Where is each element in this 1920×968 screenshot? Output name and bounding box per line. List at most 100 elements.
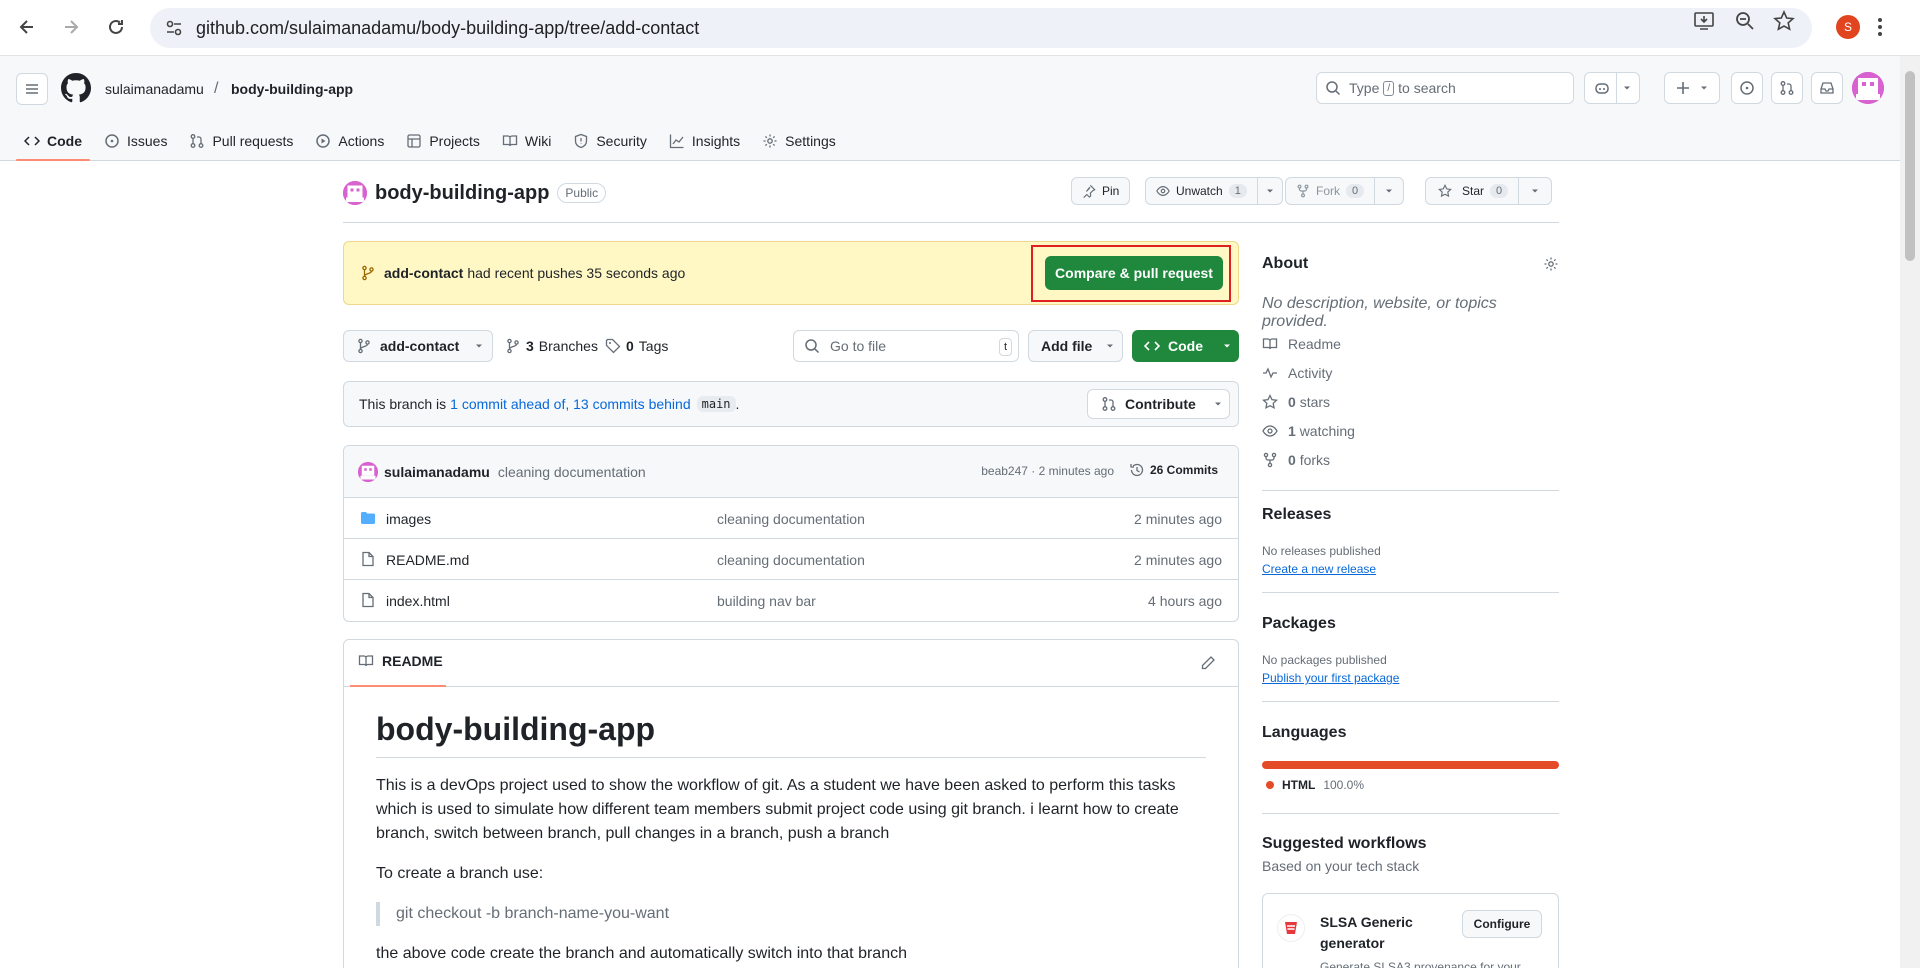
readme-tab[interactable]: README — [358, 653, 443, 669]
commit-author-avatar[interactable] — [358, 461, 378, 482]
tab-projects[interactable]: Projects — [398, 122, 488, 160]
forks-link[interactable]: 0 forks — [1262, 452, 1330, 468]
chevron-down-icon — [1107, 344, 1114, 348]
tags-link[interactable]: 0 Tags — [605, 338, 668, 354]
tab-issues[interactable]: Issues — [96, 122, 175, 160]
back-button[interactable] — [12, 12, 42, 42]
unwatch-button[interactable]: Unwatch 1 — [1145, 177, 1258, 205]
branch-toolbar: add-contact 3 Branches 0 Tags Go to file… — [343, 330, 1239, 362]
hamburger-menu-button[interactable] — [16, 73, 48, 105]
releases-heading[interactable]: Releases — [1262, 506, 1331, 524]
branches-label: Branches — [538, 338, 598, 354]
branches-link[interactable]: 3 Branches — [505, 338, 598, 354]
commit-meta[interactable]: beab247 · 2 minutes ago — [981, 464, 1114, 478]
repo-name[interactable]: body-building-app — [375, 182, 549, 205]
file-commit-message[interactable]: cleaning documentation — [717, 511, 865, 527]
commits-link[interactable]: 26 Commits — [1129, 462, 1218, 478]
github-logo-icon[interactable] — [61, 73, 91, 103]
address-bar[interactable]: github.com/sulaimanadamu/body-building-a… — [150, 8, 1812, 48]
readme-link[interactable]: Readme — [1262, 336, 1341, 352]
kebab-menu-icon[interactable] — [1877, 16, 1883, 38]
file-name[interactable]: index.html — [386, 593, 450, 609]
file-name[interactable]: images — [386, 511, 431, 527]
tab-pull-requests[interactable]: Pull requests — [181, 122, 301, 160]
pulse-icon — [1263, 367, 1277, 379]
language-item[interactable]: HTML 100.0% — [1266, 778, 1364, 792]
commit-author[interactable]: sulaimanadamu — [384, 464, 490, 480]
packages-heading[interactable]: Packages — [1262, 615, 1336, 633]
table-row[interactable]: index.html building nav bar 4 hours ago — [344, 580, 1238, 621]
forward-button[interactable] — [56, 12, 86, 42]
tab-code[interactable]: Code — [16, 122, 90, 161]
file-icon — [362, 551, 374, 567]
tab-actions[interactable]: Actions — [307, 122, 392, 160]
about-heading: About — [1262, 255, 1309, 272]
fork-label: Fork — [1316, 184, 1340, 198]
go-to-file-input[interactable]: Go to file t — [793, 330, 1019, 362]
code-button[interactable]: Code — [1132, 330, 1239, 362]
contribute-button[interactable]: Contribute — [1087, 389, 1230, 419]
create-release-link[interactable]: Create a new release — [1262, 562, 1376, 576]
star-button[interactable]: Star 0 — [1425, 177, 1520, 205]
activity-link[interactable]: Activity — [1262, 365, 1332, 381]
divider — [1262, 592, 1559, 593]
issues-button[interactable] — [1731, 72, 1763, 104]
fork-dropdown[interactable] — [1375, 177, 1405, 205]
forks-count: 0 — [1288, 452, 1296, 468]
go-to-file-placeholder: Go to file — [830, 338, 887, 354]
bookmark-star-icon[interactable] — [1773, 10, 1795, 32]
banner-text: had recent pushes 35 seconds ago — [467, 265, 686, 281]
branch-selector[interactable]: add-contact — [343, 330, 493, 362]
configure-button[interactable]: Configure — [1462, 910, 1542, 938]
compare-link[interactable]: 1 commit ahead of, 13 commits behind — [450, 396, 690, 412]
inbox-button[interactable] — [1811, 72, 1843, 104]
commit-message[interactable]: cleaning documentation — [498, 464, 646, 480]
tab-settings[interactable]: Settings — [754, 122, 844, 160]
divider — [1262, 490, 1559, 491]
chevron-down-icon — [1532, 189, 1539, 193]
reload-button[interactable] — [101, 12, 131, 42]
pull-requests-button[interactable] — [1771, 72, 1803, 104]
tab-wiki[interactable]: Wiki — [494, 122, 559, 160]
zoom-icon[interactable] — [1734, 10, 1756, 32]
watch-button-group: Unwatch 1 — [1145, 177, 1283, 205]
publish-package-link[interactable]: Publish your first package — [1262, 671, 1399, 685]
tab-security[interactable]: Security — [565, 122, 655, 160]
breadcrumb-repo[interactable]: body-building-app — [231, 81, 353, 97]
user-avatar[interactable] — [1852, 72, 1884, 104]
watching-link[interactable]: 1 watching — [1262, 423, 1355, 439]
visibility-badge: Public — [557, 183, 607, 203]
scrollbar-thumb[interactable] — [1905, 71, 1915, 261]
latest-commit-row: sulaimanadamu cleaning documentation bea… — [344, 446, 1238, 498]
pin-button[interactable]: Pin — [1071, 177, 1131, 205]
file-commit-message[interactable]: building nav bar — [717, 593, 816, 609]
create-new-button[interactable] — [1664, 72, 1720, 104]
profile-avatar[interactable]: S — [1836, 15, 1860, 39]
table-icon — [407, 134, 421, 148]
edit-readme-button[interactable] — [1200, 655, 1216, 671]
install-app-icon[interactable] — [1693, 10, 1715, 32]
readme-panel: README body-building-app This is a devOp… — [343, 639, 1239, 968]
star-dropdown[interactable] — [1519, 177, 1553, 205]
tab-insights[interactable]: Insights — [661, 122, 748, 160]
breadcrumb-owner[interactable]: sulaimanadamu — [105, 81, 204, 97]
about-settings-button[interactable] — [1543, 256, 1559, 272]
search-input[interactable]: Type / to search — [1316, 72, 1574, 104]
readme-quote: git checkout -b branch-name-you-want — [376, 902, 1206, 926]
file-commit-message[interactable]: cleaning documentation — [717, 552, 865, 568]
watch-dropdown[interactable] — [1257, 177, 1283, 205]
repo-owner-avatar — [343, 181, 367, 205]
copilot-button[interactable] — [1584, 72, 1640, 104]
tab-label: Projects — [429, 133, 480, 149]
banner-branch[interactable]: add-contact — [384, 265, 463, 281]
stars-link[interactable]: 0 stars — [1262, 394, 1330, 410]
scrollbar[interactable] — [1900, 56, 1920, 968]
divider — [343, 222, 1559, 223]
table-row[interactable]: README.md cleaning documentation 2 minut… — [344, 539, 1238, 580]
fork-button[interactable]: Fork 0 — [1285, 177, 1376, 205]
add-file-button[interactable]: Add file — [1028, 330, 1123, 362]
file-name[interactable]: README.md — [386, 552, 469, 568]
tab-label: Code — [47, 133, 82, 149]
table-row[interactable]: images cleaning documentation 2 minutes … — [344, 498, 1238, 539]
compare-pull-request-button[interactable]: Compare & pull request — [1045, 256, 1223, 290]
